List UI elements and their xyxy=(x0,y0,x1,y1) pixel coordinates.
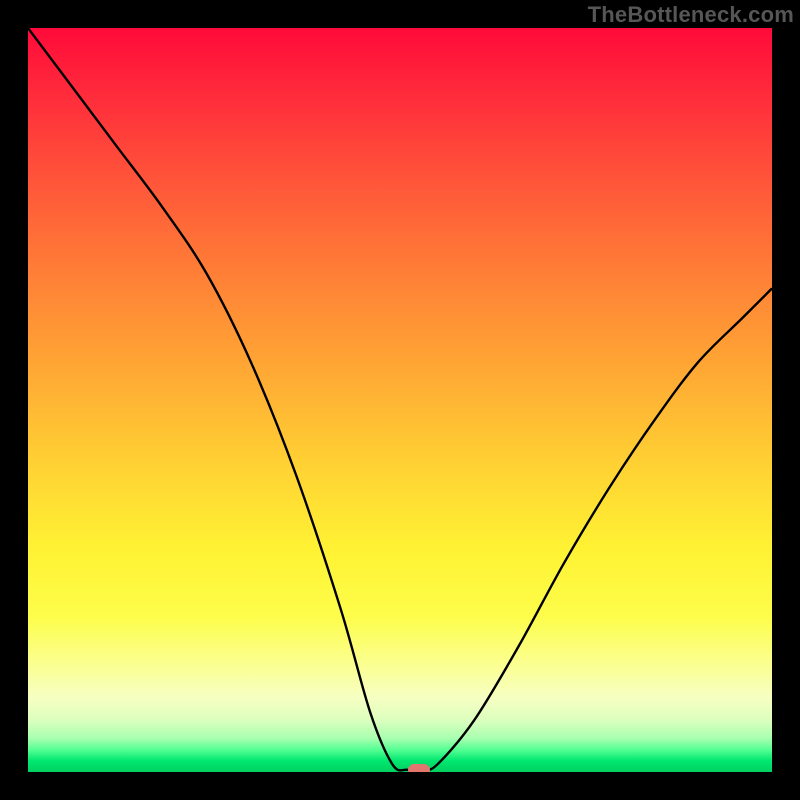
curve-path xyxy=(28,28,772,770)
optimum-marker xyxy=(408,764,430,772)
chart-frame: TheBottleneck.com xyxy=(0,0,800,800)
watermark-text: TheBottleneck.com xyxy=(588,2,794,28)
bottleneck-curve xyxy=(28,28,772,772)
plot-area xyxy=(28,28,772,772)
